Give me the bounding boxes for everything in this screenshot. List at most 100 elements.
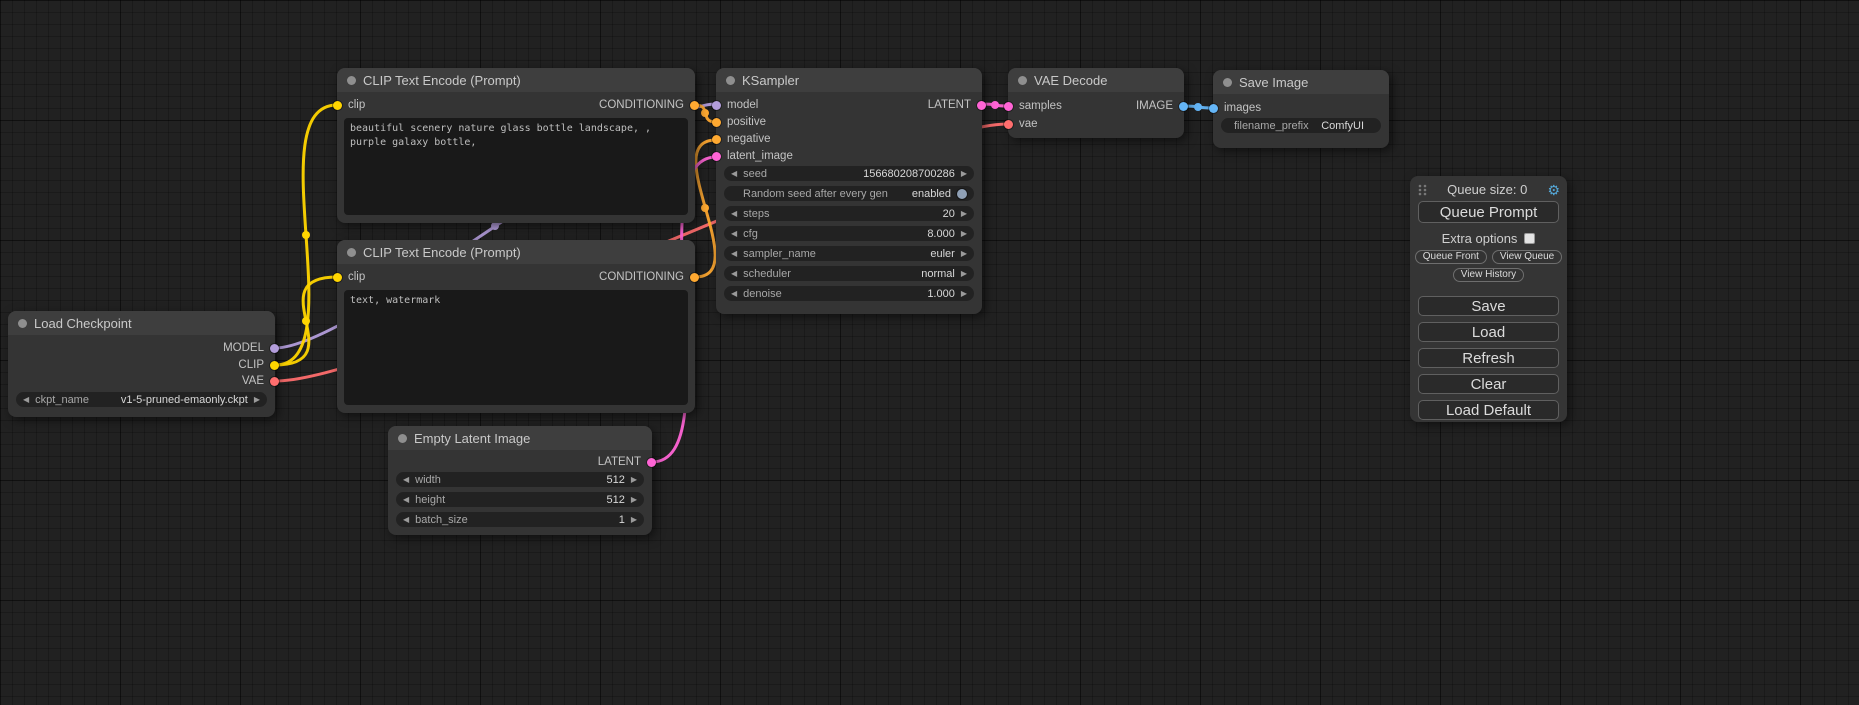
view-queue-button[interactable]: View Queue <box>1492 250 1562 264</box>
right-arrow-icon[interactable]: ▶ <box>961 210 967 218</box>
node-title-bar[interactable]: VAE Decode <box>1008 68 1184 92</box>
input-vae[interactable]: vae <box>1004 116 1038 132</box>
ckpt-name-widget[interactable]: ◀ ckpt_name v1-5-pruned-emaonly.ckpt ▶ <box>16 392 267 407</box>
node-title-bar[interactable]: CLIP Text Encode (Prompt) <box>337 68 695 92</box>
input-clip[interactable]: clip <box>333 269 365 285</box>
clip-port-dot[interactable] <box>270 361 279 370</box>
input-samples[interactable]: samples <box>1004 98 1062 114</box>
sampler-name-widget[interactable]: ◀ sampler_name euler ▶ <box>724 246 974 261</box>
model-port-dot[interactable] <box>712 101 721 110</box>
image-port-dot[interactable] <box>1209 104 1218 113</box>
clip-port-dot[interactable] <box>333 273 342 282</box>
node-save-image[interactable]: Save Image images filename_prefix ComfyU… <box>1213 70 1389 148</box>
collapse-dot-icon[interactable] <box>347 248 356 257</box>
scheduler-widget[interactable]: ◀ scheduler normal ▶ <box>724 266 974 281</box>
input-latent-image[interactable]: latent_image <box>712 148 793 164</box>
node-empty-latent-image[interactable]: Empty Latent Image LATENT ◀ width 512 ▶ … <box>388 426 652 535</box>
input-negative[interactable]: negative <box>712 131 770 147</box>
conditioning-port-dot[interactable] <box>690 101 699 110</box>
save-button[interactable]: Save <box>1418 296 1559 316</box>
right-arrow-icon[interactable]: ▶ <box>631 496 637 504</box>
batch-size-widget[interactable]: ◀ batch_size 1 ▶ <box>396 512 644 527</box>
node-ksampler[interactable]: KSampler model positive negative latent_… <box>716 68 982 314</box>
output-conditioning[interactable]: CONDITIONING <box>599 97 699 113</box>
output-latent[interactable]: LATENT <box>598 454 656 470</box>
graph-canvas[interactable]: Load Checkpoint MODEL CLIP VAE ◀ ckpt_na… <box>0 0 1859 705</box>
right-arrow-icon[interactable]: ▶ <box>961 170 967 178</box>
cfg-widget[interactable]: ◀ cfg 8.000 ▶ <box>724 226 974 241</box>
node-clip-text-encode-negative[interactable]: CLIP Text Encode (Prompt) clip CONDITION… <box>337 240 695 413</box>
vae-port-dot[interactable] <box>270 377 279 386</box>
collapse-dot-icon[interactable] <box>726 76 735 85</box>
node-title-bar[interactable]: Load Checkpoint <box>8 311 275 335</box>
right-arrow-icon[interactable]: ▶ <box>961 230 967 238</box>
node-load-checkpoint[interactable]: Load Checkpoint MODEL CLIP VAE ◀ ckpt_na… <box>8 311 275 417</box>
collapse-dot-icon[interactable] <box>18 319 27 328</box>
view-history-button[interactable]: View History <box>1453 268 1524 282</box>
queue-front-button[interactable]: Queue Front <box>1415 250 1487 264</box>
clip-port-dot[interactable] <box>333 101 342 110</box>
input-model[interactable]: model <box>712 97 758 113</box>
node-title-bar[interactable]: CLIP Text Encode (Prompt) <box>337 240 695 264</box>
drag-handle-icon[interactable] <box>1417 183 1427 197</box>
image-port-dot[interactable] <box>1179 102 1188 111</box>
refresh-button[interactable]: Refresh <box>1418 348 1559 368</box>
node-title-bar[interactable]: Empty Latent Image <box>388 426 652 450</box>
denoise-widget[interactable]: ◀ denoise 1.000 ▶ <box>724 286 974 301</box>
load-button[interactable]: Load <box>1418 322 1559 342</box>
prompt-textarea[interactable]: text, watermark <box>344 290 688 405</box>
left-arrow-icon[interactable]: ◀ <box>403 516 409 524</box>
left-arrow-icon[interactable]: ◀ <box>731 210 737 218</box>
collapse-dot-icon[interactable] <box>1223 78 1232 87</box>
node-vae-decode[interactable]: VAE Decode samples vae IMAGE <box>1008 68 1184 138</box>
right-arrow-icon[interactable]: ▶ <box>631 516 637 524</box>
left-arrow-icon[interactable]: ◀ <box>731 270 737 278</box>
right-arrow-icon[interactable]: ▶ <box>961 270 967 278</box>
conditioning-port-dot[interactable] <box>712 135 721 144</box>
latent-port-dot[interactable] <box>977 101 986 110</box>
load-default-button[interactable]: Load Default <box>1418 400 1559 420</box>
vae-port-dot[interactable] <box>1004 120 1013 129</box>
output-latent[interactable]: LATENT <box>928 97 986 113</box>
output-model[interactable]: MODEL <box>223 340 279 356</box>
input-images[interactable]: images <box>1209 100 1261 116</box>
right-arrow-icon[interactable]: ▶ <box>254 396 260 404</box>
filename-prefix-widget[interactable]: filename_prefix ComfyUI <box>1221 118 1381 133</box>
left-arrow-icon[interactable]: ◀ <box>731 290 737 298</box>
left-arrow-icon[interactable]: ◀ <box>731 230 737 238</box>
node-title-bar[interactable]: Save Image <box>1213 70 1389 94</box>
extra-options-checkbox[interactable] <box>1524 233 1535 244</box>
left-arrow-icon[interactable]: ◀ <box>403 496 409 504</box>
latent-port-dot[interactable] <box>1004 102 1013 111</box>
left-arrow-icon[interactable]: ◀ <box>731 170 737 178</box>
latent-port-dot[interactable] <box>647 458 656 467</box>
right-arrow-icon[interactable]: ▶ <box>631 476 637 484</box>
input-positive[interactable]: positive <box>712 114 766 130</box>
model-port-dot[interactable] <box>270 344 279 353</box>
steps-widget[interactable]: ◀ steps 20 ▶ <box>724 206 974 221</box>
left-arrow-icon[interactable]: ◀ <box>403 476 409 484</box>
seed-widget[interactable]: ◀ seed 156680208700286 ▶ <box>724 166 974 181</box>
height-widget[interactable]: ◀ height 512 ▶ <box>396 492 644 507</box>
output-conditioning[interactable]: CONDITIONING <box>599 269 699 285</box>
collapse-dot-icon[interactable] <box>347 76 356 85</box>
input-clip[interactable]: clip <box>333 97 365 113</box>
conditioning-port-dot[interactable] <box>690 273 699 282</box>
collapse-dot-icon[interactable] <box>398 434 407 443</box>
width-widget[interactable]: ◀ width 512 ▶ <box>396 472 644 487</box>
left-arrow-icon[interactable]: ◀ <box>731 250 737 258</box>
output-image[interactable]: IMAGE <box>1136 98 1188 114</box>
node-title-bar[interactable]: KSampler <box>716 68 982 92</box>
clear-button[interactable]: Clear <box>1418 374 1559 394</box>
toggle-knob-icon[interactable] <box>957 189 967 199</box>
right-arrow-icon[interactable]: ▶ <box>961 290 967 298</box>
prompt-textarea[interactable]: beautiful scenery nature glass bottle la… <box>344 118 688 215</box>
output-clip[interactable]: CLIP <box>238 357 279 373</box>
settings-gear-icon[interactable]: ⚙ <box>1547 183 1560 197</box>
latent-port-dot[interactable] <box>712 152 721 161</box>
left-arrow-icon[interactable]: ◀ <box>23 396 29 404</box>
collapse-dot-icon[interactable] <box>1018 76 1027 85</box>
queue-prompt-button[interactable]: Queue Prompt <box>1418 201 1559 223</box>
right-arrow-icon[interactable]: ▶ <box>961 250 967 258</box>
random-seed-toggle[interactable]: Random seed after every gen enabled <box>724 186 974 201</box>
